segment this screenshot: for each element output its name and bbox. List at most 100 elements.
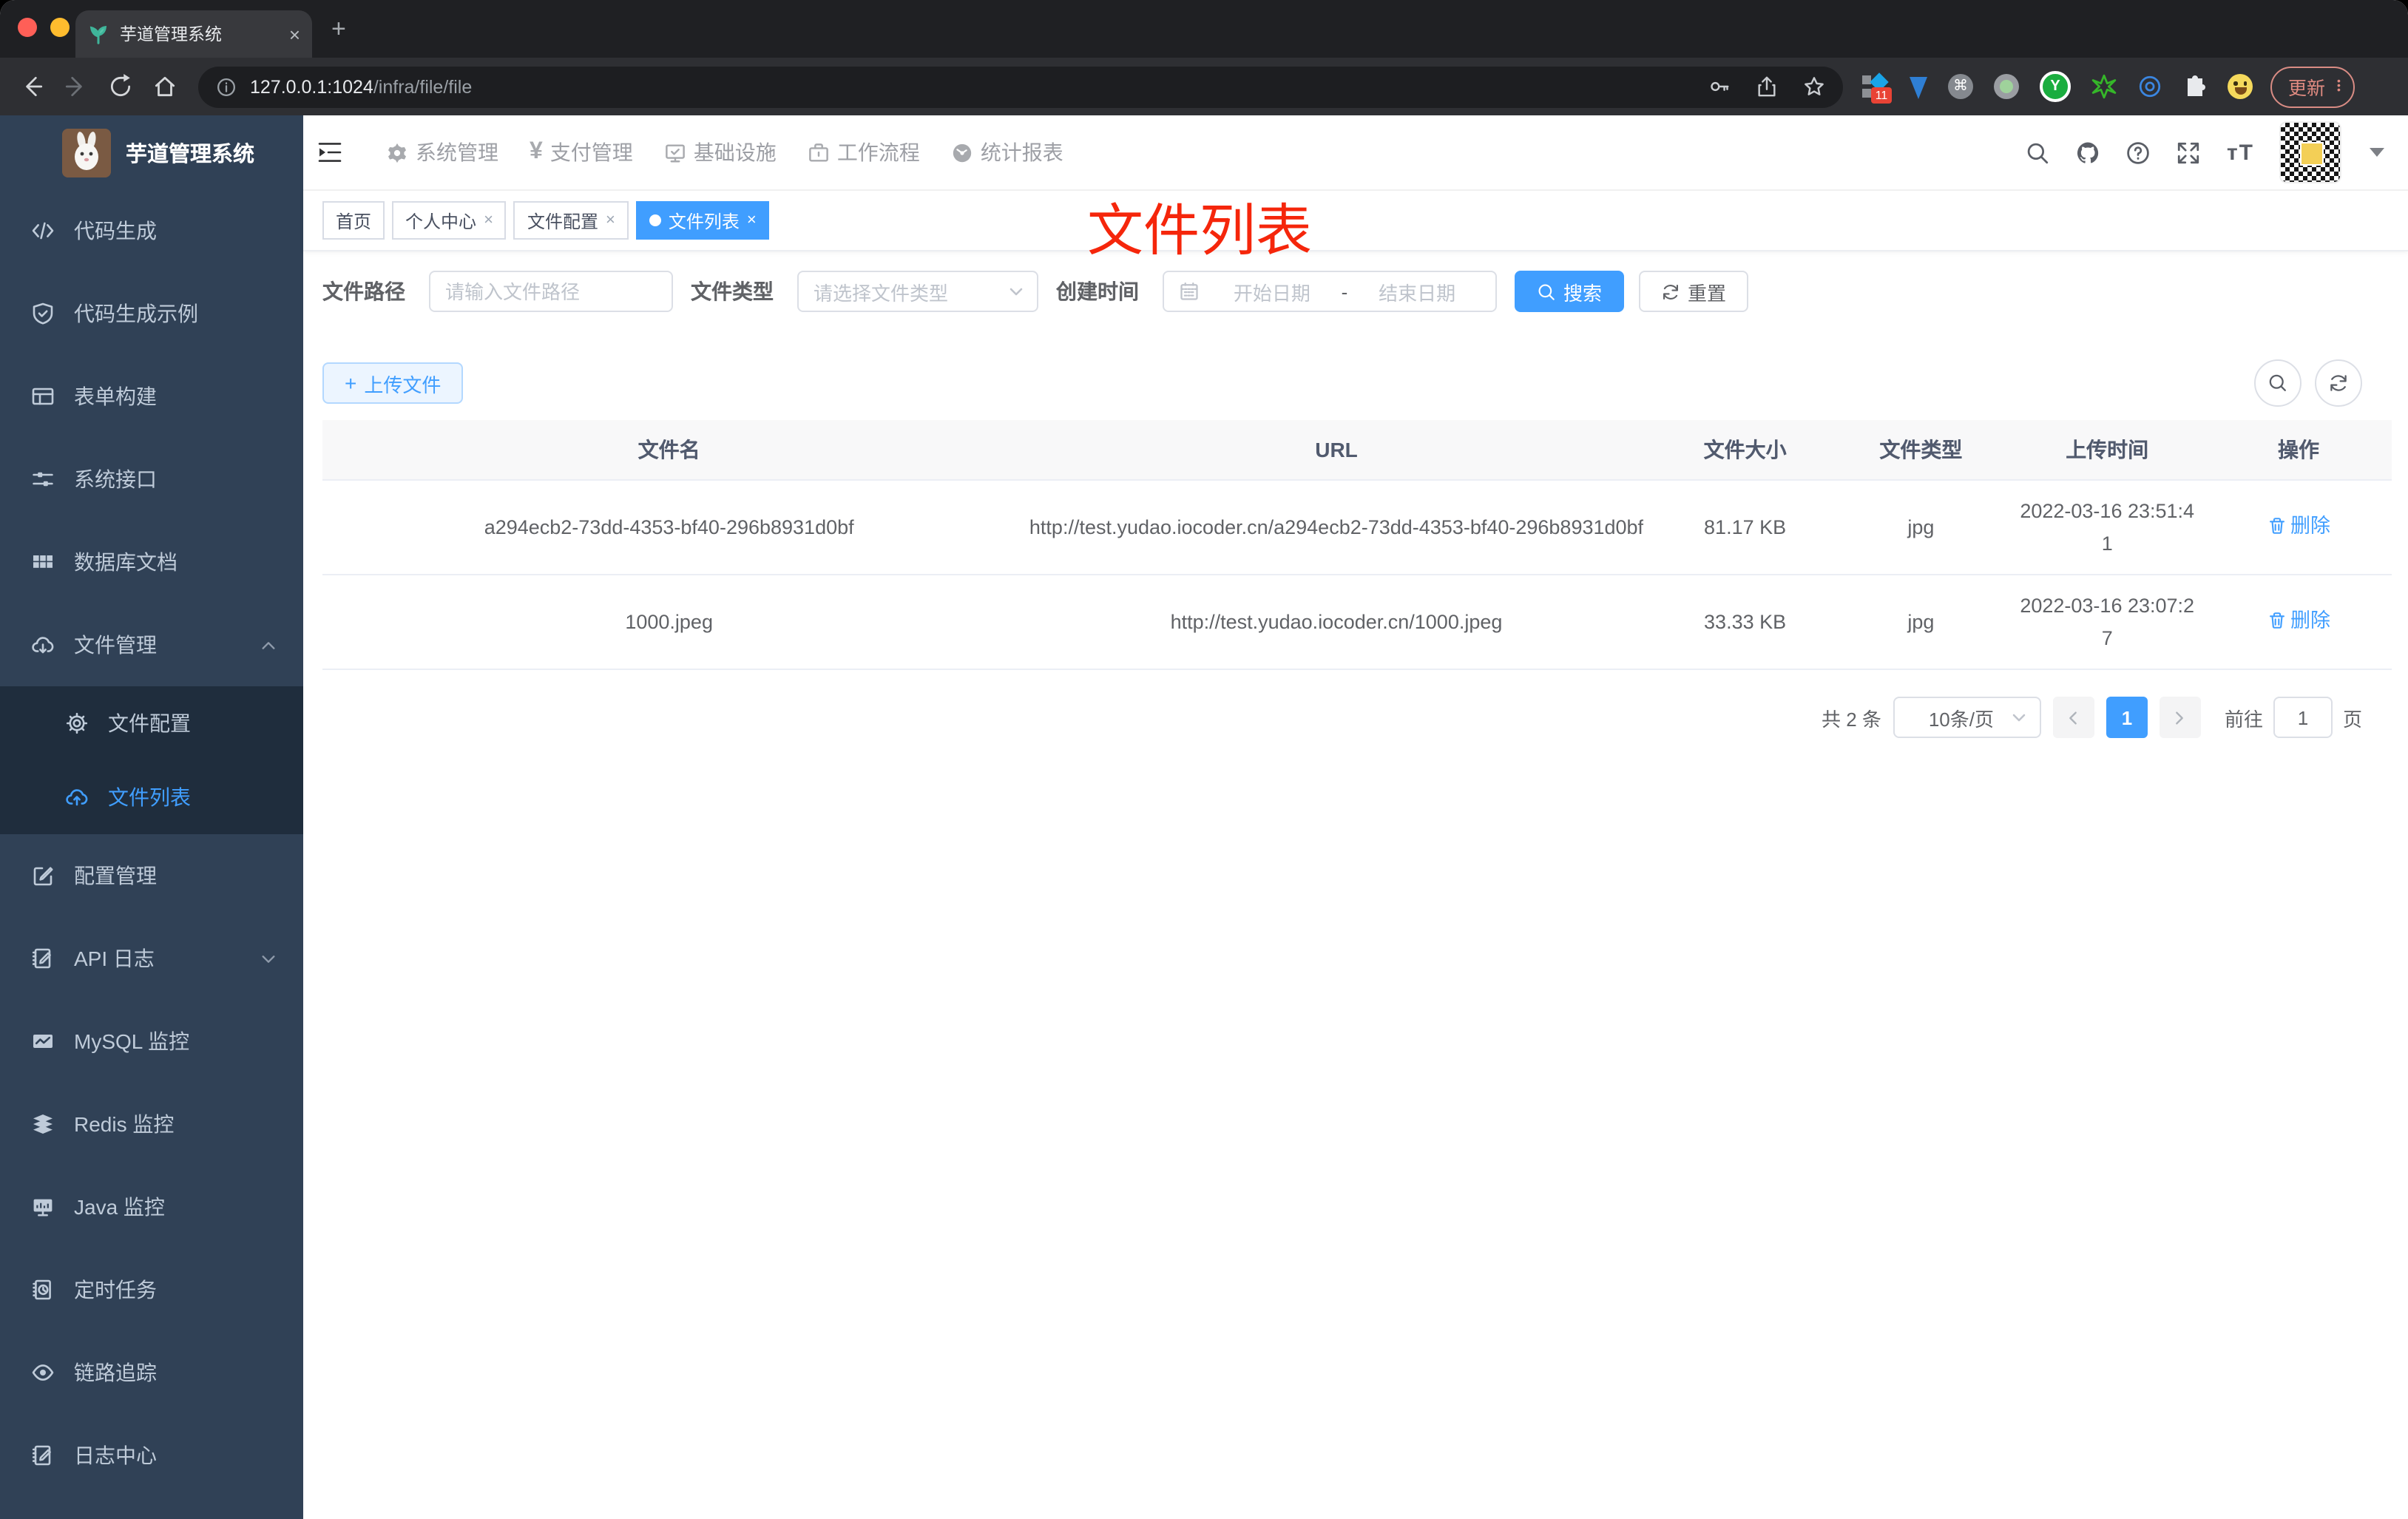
extension-eye-icon[interactable]: [2137, 74, 2162, 99]
home-button[interactable]: [152, 74, 177, 99]
cell-filetype: jpg: [1907, 515, 1935, 538]
font-size-icon[interactable]: [2227, 141, 2254, 163]
active-tag-dot: [649, 214, 661, 226]
sidebar-item-trace[interactable]: 链路追踪: [0, 1331, 303, 1414]
tab-close-icon[interactable]: [289, 24, 300, 44]
top-navbar: 系统管理 支付管理 基础设施 工作流程: [303, 115, 2408, 191]
tag-profile[interactable]: 个人中心: [392, 201, 507, 240]
sidebar-item-redis-monitor[interactable]: Redis 监控: [0, 1083, 303, 1166]
sidebar-item-scheduled-tasks[interactable]: 定时任务: [0, 1248, 303, 1331]
sidebar-item-file-config[interactable]: 文件配置: [0, 686, 303, 760]
password-key-icon[interactable]: [1708, 75, 1731, 98]
browser-menu-icon[interactable]: [2337, 80, 2341, 94]
tag-home[interactable]: 首页: [322, 201, 385, 240]
sidebar-item-code-example[interactable]: 代码生成示例: [0, 272, 303, 355]
nav-item-system[interactable]: 系统管理: [386, 138, 498, 167]
file-path-input[interactable]: [429, 271, 673, 312]
site-info-icon[interactable]: [216, 76, 237, 97]
emoji-extension-icon[interactable]: [2228, 74, 2253, 99]
extension-dot-icon[interactable]: [1994, 74, 2019, 99]
github-icon[interactable]: [2076, 140, 2101, 165]
window-minimize-button[interactable]: [50, 18, 70, 37]
sidebar-item-system-api[interactable]: 系统接口: [0, 438, 303, 521]
sidebar-item-db-doc[interactable]: 数据库文档: [0, 521, 303, 603]
forward-button[interactable]: [64, 74, 89, 99]
top-nav-menu: 系统管理 支付管理 基础设施 工作流程: [386, 138, 1063, 167]
end-date-placeholder[interactable]: 结束日期: [1353, 277, 1481, 305]
browser-update-button[interactable]: 更新: [2270, 66, 2355, 107]
next-page-button[interactable]: [2159, 697, 2201, 739]
delete-button[interactable]: 删除: [2267, 605, 2330, 637]
refresh-table-button[interactable]: [2315, 359, 2362, 407]
extension-badge: 11: [1871, 87, 1892, 103]
app-root: 芋道管理系统 代码生成 代码生成示例 表单构建 系统接口 数据库文档 文件管理 …: [0, 115, 2408, 1519]
extension-command-icon[interactable]: [1948, 74, 1973, 99]
sidebar-collapse-icon[interactable]: [315, 138, 345, 167]
nav-item-reports[interactable]: 统计报表: [951, 138, 1063, 167]
table-row: 1000.jpeg http://test.yudao.iocoder.cn/1…: [322, 575, 2392, 671]
sidebar-item-label: Java 监控: [74, 1195, 165, 1219]
search-icon: [1538, 283, 1555, 300]
avatar-dropdown-caret[interactable]: [2370, 148, 2384, 157]
page-number-button[interactable]: 1: [2106, 697, 2148, 739]
tag-file-list[interactable]: 文件列表: [635, 201, 770, 240]
url-path: /infra/file/file: [373, 76, 473, 97]
sidebar-logo[interactable]: 芋道管理系统: [0, 115, 303, 189]
briefcase-icon: [808, 143, 828, 161]
reset-button-label: 重置: [1688, 282, 1727, 304]
sidebar-item-mysql-monitor[interactable]: MySQL 监控: [0, 1000, 303, 1083]
nav-item-infrastructure[interactable]: 基础设施: [664, 138, 777, 167]
sidebar-item-form-builder[interactable]: 表单构建: [0, 355, 303, 438]
sidebar-item-code-generation[interactable]: 代码生成: [0, 189, 303, 272]
tag-file-config[interactable]: 文件配置: [513, 201, 629, 240]
sidebar-item-java-monitor[interactable]: Java 监控: [0, 1166, 303, 1248]
puzzle-piece-icon[interactable]: [2183, 75, 2207, 98]
sidebar-item-api-log[interactable]: API 日志: [0, 917, 303, 1000]
chevron-down-icon: [2012, 714, 2026, 723]
sidebar-item-label: MySQL 监控: [74, 1029, 190, 1053]
sidebar-item-file-list[interactable]: 文件列表: [0, 760, 303, 834]
nav-item-payment[interactable]: 支付管理: [530, 138, 633, 167]
extension-y-icon[interactable]: [2040, 71, 2071, 102]
prev-page-button[interactable]: [2052, 697, 2094, 739]
start-date-placeholder[interactable]: 开始日期: [1208, 277, 1336, 305]
page-jump-input[interactable]: [2273, 697, 2333, 739]
sidebar-item-log-center[interactable]: 日志中心: [0, 1414, 303, 1497]
file-type-select[interactable]: 请选择文件类型: [797, 271, 1038, 312]
search-icon: [2269, 374, 2286, 391]
sidebar-item-file-management[interactable]: 文件管理: [0, 603, 303, 686]
update-label: 更新: [2288, 78, 2326, 99]
extension-grid-icon[interactable]: 11: [1862, 72, 1892, 103]
delete-button[interactable]: 删除: [2267, 510, 2330, 541]
page-size-select[interactable]: 10条/页: [1893, 697, 2041, 739]
window-close-button[interactable]: [18, 18, 37, 37]
yen-icon: [530, 141, 543, 164]
tag-close-icon[interactable]: [484, 212, 493, 229]
tag-label: 个人中心: [405, 211, 477, 231]
avatar[interactable]: [2279, 121, 2341, 183]
toggle-search-button[interactable]: [2254, 359, 2302, 407]
tag-close-icon[interactable]: [747, 212, 757, 229]
share-icon[interactable]: [1756, 75, 1778, 98]
reload-button[interactable]: [108, 74, 133, 99]
extension-star-icon[interactable]: [2091, 74, 2117, 99]
search-icon[interactable]: [2026, 140, 2051, 165]
help-icon[interactable]: [2126, 140, 2151, 165]
back-button[interactable]: [19, 74, 44, 99]
search-button[interactable]: 搜索: [1515, 271, 1625, 312]
cell-filesize: 81.17 KB: [1704, 515, 1787, 538]
sidebar-item-config-management[interactable]: 配置管理: [0, 834, 303, 917]
bookmark-star-icon[interactable]: [1803, 75, 1825, 98]
browser-tab[interactable]: 芋道管理系统: [75, 10, 312, 58]
nav-item-workflow[interactable]: 工作流程: [808, 138, 920, 167]
reset-button[interactable]: 重置: [1639, 271, 1749, 312]
fullscreen-icon[interactable]: [2177, 140, 2202, 165]
extension-kite-icon[interactable]: [1910, 77, 1927, 99]
date-range-picker[interactable]: 开始日期 - 结束日期: [1163, 271, 1497, 312]
nav-item-label: 支付管理: [549, 141, 633, 164]
sidebar-item-label: Redis 监控: [74, 1112, 175, 1136]
new-tab-button[interactable]: [331, 16, 346, 41]
tag-close-icon[interactable]: [606, 212, 615, 229]
address-bar[interactable]: 127.0.0.1:1024/infra/file/file: [198, 66, 1843, 107]
upload-file-button[interactable]: 上传文件: [322, 362, 464, 404]
